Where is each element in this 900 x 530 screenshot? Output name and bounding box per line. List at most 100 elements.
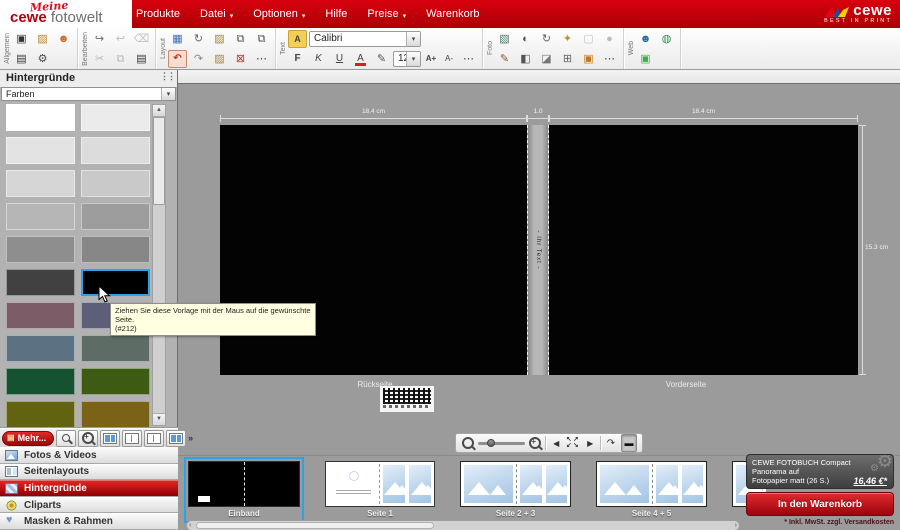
next-page-button[interactable]: ▶ [583, 435, 597, 451]
font-decrease-button[interactable]: A- [441, 50, 457, 68]
spine-placeholder-text[interactable]: - Ihr Text - [535, 231, 541, 270]
layout-folder-icon[interactable]: ▨ [210, 50, 229, 68]
zoom-in-button[interactable] [528, 435, 542, 451]
color-swatch[interactable] [6, 368, 75, 395]
scroll-up-icon[interactable]: ▲ [153, 105, 165, 117]
menu-warenkorb[interactable]: Warenkorb [426, 8, 479, 20]
redo-layout-icon[interactable]: ↷ [189, 50, 208, 68]
save-all-icon[interactable]: ▤ [12, 50, 31, 68]
thumbnail-seite-4-5[interactable]: Seite 4 + 5 [592, 457, 711, 523]
delete-page-icon[interactable]: ⊠ [231, 50, 250, 68]
color-swatch[interactable] [6, 203, 75, 230]
thumbnail-scrollbar[interactable]: ‹ › [186, 520, 740, 530]
more-text-icon[interactable]: ⋯ [459, 50, 478, 68]
menu-datei[interactable]: Datei▾ [200, 8, 233, 20]
italic-button[interactable]: K [309, 50, 328, 68]
color-swatch[interactable] [81, 368, 150, 395]
chevron-down-icon[interactable]: ▾ [406, 32, 420, 46]
swatch-scrollbar[interactable]: ▲ ▼ [152, 104, 166, 426]
web-photo-icon[interactable]: ▣ [636, 50, 655, 68]
color-swatch[interactable] [6, 335, 75, 362]
menu-hilfe[interactable]: Hilfe [325, 8, 347, 20]
color-swatch[interactable] [6, 302, 75, 329]
photo-rotate-icon[interactable]: ↻ [537, 30, 556, 48]
collage-icon[interactable]: ⊞ [558, 50, 577, 68]
web-show-icon[interactable]: ☻ [636, 30, 655, 48]
back-cover-page[interactable] [220, 125, 527, 375]
more-photo-icon[interactable]: ⋯ [600, 50, 619, 68]
book-spine[interactable]: - Ihr Text - [527, 125, 549, 375]
scroll-right-icon[interactable]: › [735, 521, 737, 530]
tab-cliparts[interactable]: Cliparts [0, 497, 178, 514]
underline-button[interactable]: U [330, 50, 349, 68]
photo-fix-icon[interactable]: ◧ [516, 50, 535, 68]
thumb-spread[interactable] [460, 461, 571, 507]
thumb-spread[interactable] [596, 461, 707, 507]
view-spread-right-button[interactable] [144, 430, 164, 447]
text-background-icon[interactable]: A [288, 30, 307, 48]
tab-fotos-videos[interactable]: Fotos & Videos [0, 447, 178, 464]
magic-wand-icon[interactable]: ✦ [558, 30, 577, 48]
color-swatch[interactable] [6, 401, 75, 428]
scroll-down-icon[interactable]: ▼ [153, 413, 165, 425]
more-layout-icon[interactable]: ⋯ [252, 50, 271, 68]
grid-layout-icon[interactable]: ▦ [168, 30, 187, 48]
zoom-out-button[interactable] [461, 435, 475, 451]
chevron-down-icon[interactable]: ▾ [161, 88, 175, 100]
book-cover-spread[interactable]: - Ihr Text - [220, 125, 858, 375]
tab-hintergründe[interactable]: Hintergründe [0, 480, 178, 497]
rotate-layout-icon[interactable]: ↻ [189, 30, 208, 48]
view-spread-left-button[interactable] [122, 430, 142, 447]
color-swatch[interactable] [6, 236, 75, 263]
eraser-icon[interactable]: ◪ [537, 50, 556, 68]
product-price[interactable]: 16,46 €* [853, 476, 887, 486]
photo-frame-icon[interactable]: ▧ [495, 30, 514, 48]
settings-icon[interactable]: ⚙ [33, 50, 52, 68]
thumb-cover[interactable] [188, 461, 300, 507]
tab-masken-rahmen[interactable]: Masken & Rahmen [0, 513, 178, 530]
redo-icon[interactable]: ↪ [90, 30, 109, 48]
rearrange-pages-button[interactable]: ↷ [604, 435, 618, 451]
color-swatch[interactable] [81, 269, 150, 296]
menu-produkte[interactable]: Produkte [136, 8, 180, 20]
thumbnail-seite-2-3[interactable]: Seite 2 + 3 [456, 457, 575, 523]
open-icon[interactable]: ▨ [33, 30, 52, 48]
color-swatch[interactable] [81, 335, 150, 362]
undo-layout-icon[interactable]: ↶ [168, 50, 187, 68]
font-color-button[interactable]: A [351, 50, 370, 68]
template-folder-icon[interactable]: ▨ [210, 30, 229, 48]
scrollbar-thumb[interactable] [196, 522, 434, 529]
save-icon[interactable]: ▣ [12, 30, 31, 48]
more-backgrounds-button[interactable]: ▤Mehr... [2, 431, 54, 446]
font-family-combo[interactable]: Calibri▾ [309, 31, 421, 47]
zoom-slider-handle[interactable] [487, 439, 495, 447]
front-cover-page[interactable] [549, 125, 858, 375]
color-swatch[interactable] [81, 401, 150, 428]
color-swatch[interactable] [81, 170, 150, 197]
scrollbar-thumb[interactable] [153, 117, 165, 205]
add-page-after-icon[interactable]: ⧉ [252, 30, 271, 48]
font-size-combo[interactable]: 12▾ [393, 51, 421, 67]
fit-view-button[interactable]: ↖↗↙↘ [566, 435, 580, 451]
bold-button[interactable]: F [288, 50, 307, 68]
photo-edit-icon[interactable]: ✎ [495, 50, 514, 68]
color-swatch[interactable] [6, 104, 75, 131]
color-swatch[interactable] [81, 236, 150, 263]
background-category-select[interactable]: Farben ▾ [1, 87, 176, 101]
color-swatch[interactable] [6, 269, 75, 296]
tab-seitenlayouts[interactable]: Seitenlayouts [0, 464, 178, 481]
add-to-cart-button[interactable]: In den Warenkorb [746, 492, 894, 516]
thumb-page[interactable] [325, 461, 435, 507]
thumb-size-small-button[interactable] [56, 430, 76, 447]
zoom-slider[interactable] [478, 436, 525, 450]
assistant-icon[interactable]: ☻ [54, 30, 73, 48]
thumbnail-seite-1[interactable]: Seite 1 [321, 457, 439, 523]
color-swatch[interactable] [81, 137, 150, 164]
color-swatch[interactable] [81, 203, 150, 230]
add-page-before-icon[interactable]: ⧉ [231, 30, 250, 48]
thumb-size-large-button[interactable] [78, 430, 98, 447]
color-swatch[interactable] [6, 170, 75, 197]
photo-adjust-icon[interactable]: ◐ [516, 30, 535, 48]
chevron-right-icon[interactable]: » [188, 433, 194, 443]
color-swatch[interactable] [81, 104, 150, 131]
